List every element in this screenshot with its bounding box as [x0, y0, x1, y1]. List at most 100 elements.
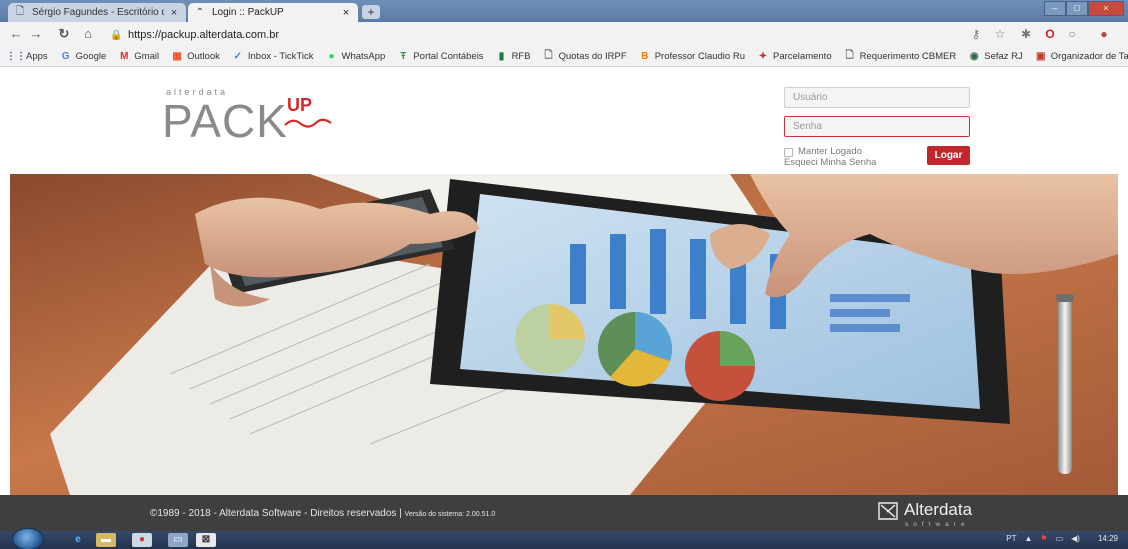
remember-label: Manter Logado	[798, 146, 862, 157]
password-input[interactable]: Senha	[784, 116, 970, 137]
tab-title: Sérgio Fagundes - Escritório de	[32, 7, 164, 18]
bookmark-label: Sefaz RJ	[984, 51, 1023, 62]
bookmark-requerimento[interactable]: 🗋 Requerimento CBMER	[844, 50, 957, 63]
home-icon[interactable]: ⌂	[80, 26, 96, 42]
volume-icon[interactable]: ◀)	[1071, 534, 1080, 543]
bookmark-label: WhatsApp	[341, 51, 386, 62]
outlook-icon: ▦	[172, 51, 182, 62]
back-icon[interactable]: ←	[8, 26, 24, 42]
copyright-main: ©1989 - 2018 - Alterdata Software - Dire…	[150, 508, 402, 519]
key-icon[interactable]: ⚷	[968, 26, 984, 42]
sefaz-icon: ◉	[969, 51, 979, 62]
gmail-icon: M	[120, 51, 129, 62]
blogger-icon: B	[641, 51, 649, 62]
hero-image	[10, 174, 1118, 495]
url-text: https://packup.alterdata.com.br	[128, 28, 280, 41]
window-icon[interactable]: ▭	[168, 533, 188, 547]
organizer-icon: ▣	[1036, 51, 1046, 62]
bookmark-label: Professor Claudio Ru	[654, 51, 745, 62]
alterdata-brand-sub: software	[905, 521, 970, 528]
circle-icon[interactable]: ○	[1064, 26, 1080, 42]
logo-packup-text: PACK	[162, 95, 288, 147]
password-placeholder: Senha	[793, 121, 822, 132]
version-text: Versão do sistema: 2.00.51.0	[404, 511, 496, 518]
ticktick-icon: ✓	[233, 51, 243, 62]
start-button[interactable]	[12, 528, 44, 549]
username-placeholder: Usuário	[793, 92, 828, 103]
alterdata-logo-icon	[878, 502, 898, 520]
bookmark-sefaz-rj[interactable]: ◉ Sefaz RJ	[968, 51, 1023, 63]
bookmark-google[interactable]: G Google	[60, 51, 107, 63]
login-button[interactable]: Logar	[927, 146, 970, 165]
bookmark-professor-claudio[interactable]: B Professor Claudio Ru	[639, 51, 745, 63]
bookmark-label: Outlook	[187, 51, 220, 62]
alterdata-brand: Alterdata	[904, 500, 973, 519]
bookmark-label: Inbox - TickTick	[247, 51, 314, 62]
star-icon[interactable]: ☆	[992, 26, 1008, 42]
bookmark-rfb[interactable]: ▮ RFB	[496, 51, 531, 63]
copyright-text: ©1989 - 2018 - Alterdata Software - Dire…	[150, 508, 495, 519]
reload-icon[interactable]: ↻	[56, 26, 72, 42]
document-icon: 🗋	[845, 50, 854, 61]
maximize-button[interactable]: □	[1066, 1, 1088, 16]
windows-taskbar: e ▬ ● ▭ ⊠ PT ▲ ⚑ ▭ ◀) 14:29	[0, 528, 1128, 549]
bookmark-quotas-irpf[interactable]: 🗋 Quotas do IRPF	[543, 50, 627, 63]
browser-toolbar: ← → ↻ ⌂ 🔒 https://packup.alterdata.com.b…	[0, 22, 1128, 47]
bookmark-outlook[interactable]: ▦ Outlook	[171, 51, 220, 63]
remember-checkbox[interactable]	[784, 148, 793, 157]
logo-up-text: UP	[287, 95, 313, 115]
bookmark-organizador[interactable]: ▣ Organizador de Taref	[1035, 51, 1128, 63]
bookmark-label: Requerimento CBMER	[859, 51, 957, 62]
bookmark-whatsapp[interactable]: ● WhatsApp	[326, 51, 386, 63]
flag-icon[interactable]: ⚑	[1040, 534, 1047, 543]
tab-packup[interactable]: ⌃ Login :: PackUP ×	[188, 3, 358, 22]
bookmark-label: RFB	[511, 51, 531, 62]
profile-icon[interactable]: ●	[1096, 26, 1112, 42]
tab-title: Login :: PackUP	[212, 7, 284, 18]
bookmark-gmail[interactable]: M Gmail	[118, 51, 159, 63]
packup-favicon-icon: ⌃	[195, 7, 205, 18]
portal-icon: Ŧ	[400, 51, 407, 62]
google-icon: G	[61, 51, 70, 62]
network-icon[interactable]: ▭	[1056, 534, 1064, 543]
bookmark-apps[interactable]: ⋮⋮ Apps	[6, 51, 48, 63]
alterdata-taskbar-icon[interactable]: ⊠	[196, 533, 216, 547]
rfb-icon: ▮	[498, 51, 505, 62]
username-input[interactable]: Usuário	[784, 87, 970, 108]
chrome-icon[interactable]: ●	[132, 533, 152, 547]
tray-expand-icon[interactable]: ▲	[1024, 534, 1032, 543]
system-tray: PT ▲ ⚑ ▭ ◀) 14:29	[998, 534, 1118, 543]
close-tab-icon[interactable]: ×	[340, 7, 352, 19]
lock-icon: 🔒	[110, 29, 123, 41]
bookmark-parcelamento[interactable]: ✦ Parcelamento	[757, 51, 832, 63]
bookmark-label: Google	[75, 51, 107, 62]
forgot-password-link[interactable]: Esqueci Minha Senha	[784, 157, 876, 168]
ie-icon[interactable]: e	[68, 533, 88, 547]
logo-wave-icon	[284, 118, 332, 128]
close-tab-icon[interactable]: ×	[168, 7, 180, 19]
alterdata-logo: Alterdata software	[877, 500, 973, 528]
address-bar[interactable]: 🔒 https://packup.alterdata.com.br	[110, 25, 950, 44]
document-icon: 🗋	[15, 6, 25, 17]
bookmarks-bar: ⋮⋮ Apps G Google M Gmail ▦ Outlook ✓ Inbox - …	[0, 47, 1128, 67]
bookmark-ticktick[interactable]: ✓ Inbox - TickTick	[232, 51, 314, 63]
window-controls: – □ ×	[1044, 1, 1124, 16]
whatsapp-icon: ●	[328, 51, 335, 62]
folder-icon[interactable]: ▬	[96, 533, 116, 547]
bookmark-label: Organizador de Taref	[1050, 51, 1128, 62]
tab-sergio[interactable]: 🗋 Sérgio Fagundes - Escritório de ×	[8, 3, 186, 22]
apps-grid-icon: ⋮⋮	[6, 51, 26, 62]
forward-icon[interactable]: →	[28, 26, 44, 42]
close-window-button[interactable]: ×	[1088, 1, 1124, 16]
minimize-button[interactable]: –	[1044, 1, 1066, 16]
parcelamento-icon: ✦	[758, 51, 768, 62]
language-indicator[interactable]: PT	[1006, 534, 1016, 543]
clock[interactable]: 14:29	[1098, 534, 1118, 543]
bookmark-portal-contabeis[interactable]: Ŧ Portal Contábeis	[397, 51, 483, 63]
page-header: alterdata PACK UP Usuário Senha Manter L…	[0, 68, 1128, 174]
new-tab-button[interactable]: +	[362, 5, 380, 19]
bookmark-label: Quotas do IRPF	[558, 51, 627, 62]
opera-icon[interactable]: O	[1042, 26, 1058, 42]
extension-icon[interactable]: ✱	[1018, 26, 1034, 42]
bookmark-label: Gmail	[134, 51, 160, 62]
